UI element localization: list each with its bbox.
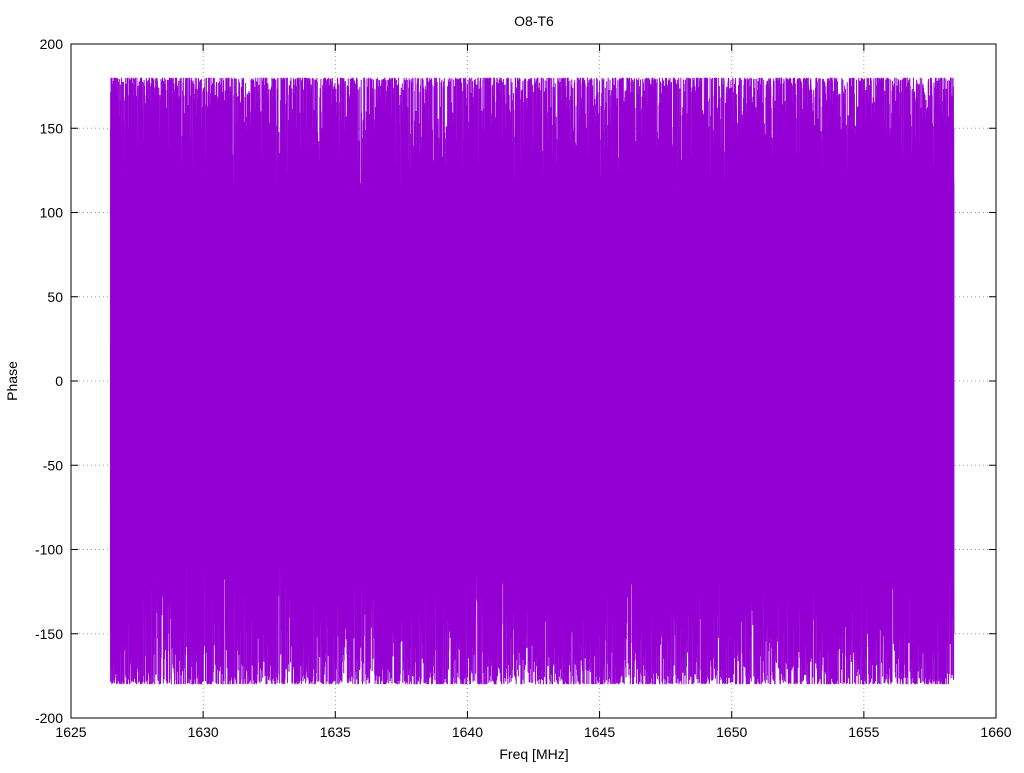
y-tick-label: 50 [47, 289, 63, 305]
y-axis-label: Phase [4, 361, 20, 401]
x-tick-label: 1645 [584, 724, 615, 740]
x-tick-label: 1640 [452, 724, 483, 740]
x-tick-label: 1630 [188, 724, 219, 740]
y-tick-label: 150 [40, 120, 64, 136]
x-tick-label: 1635 [320, 724, 351, 740]
y-tick-label: -150 [35, 626, 63, 642]
x-tick-label: 1650 [716, 724, 747, 740]
y-tick-label: -50 [43, 457, 63, 473]
series-line [110, 77, 955, 685]
phase-frequency-chart: 1625 1630 1635 1640 1645 1650 1655 1660 -200 -15… [0, 0, 1024, 768]
chart: 1625 1630 1635 1640 1645 1650 1655 1660 -200 -15… [0, 0, 1024, 768]
y-tick-label: 200 [40, 36, 64, 52]
y-tick-label: 0 [55, 373, 63, 389]
data-series [110, 77, 955, 685]
x-axis-label: Freq [MHz] [499, 746, 568, 762]
y-tick-label: -100 [35, 542, 63, 558]
x-tick-label: 1660 [980, 724, 1011, 740]
chart-title: O8-T6 [514, 13, 554, 29]
x-tick-label: 1655 [848, 724, 879, 740]
x-tick-label: 1625 [55, 724, 86, 740]
y-tick-label: 100 [40, 205, 64, 221]
y-tick-label: -200 [35, 710, 63, 726]
